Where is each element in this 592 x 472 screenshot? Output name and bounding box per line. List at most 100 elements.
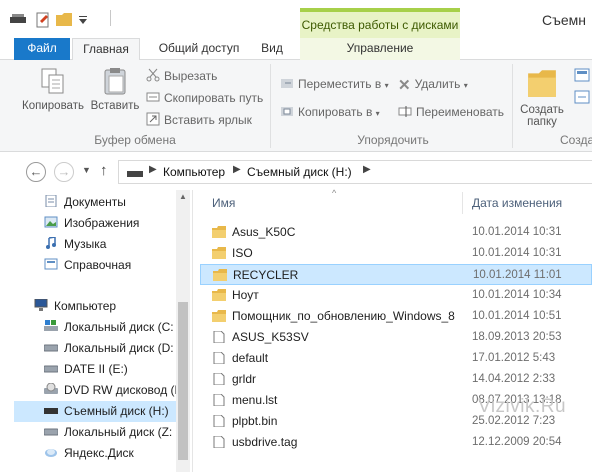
move-to-button[interactable]: Переместить в ▾ — [280, 74, 389, 94]
music-icon — [46, 237, 56, 249]
file-name: Ноут — [232, 288, 259, 302]
cut-label: Вырезать — [164, 69, 218, 83]
tab-home[interactable]: Главная — [72, 38, 140, 61]
file-date: 10.01.2014 11:01 — [473, 269, 562, 281]
new-item-icon[interactable] — [574, 68, 590, 82]
up-button[interactable]: ↑ — [100, 162, 108, 179]
file-date: 10.01.2014 10:51 — [472, 310, 562, 322]
column-name[interactable]: Имя — [212, 196, 235, 210]
delete-label: Удалить — [414, 77, 461, 91]
address-bar[interactable]: ▶ Компьютер ▶ Съемный диск (H:) ▶ — [118, 160, 592, 184]
nav-item[interactable]: DVD RW дисковод (F — [0, 380, 176, 401]
pane-splitter[interactable] — [192, 190, 193, 472]
easy-access-icon[interactable] — [574, 90, 590, 104]
copy-to-icon — [281, 107, 293, 116]
tab-share[interactable]: Общий доступ — [148, 38, 250, 60]
column-separator[interactable] — [462, 192, 463, 214]
group-separator — [512, 64, 513, 148]
file-row[interactable]: RECYCLER 10.01.2014 11:01 — [200, 264, 592, 285]
breadcrumb-arrow-icon[interactable]: ▶ — [233, 164, 241, 175]
clipboard-group-label: Буфер обмена — [94, 133, 176, 147]
breadcrumb-arrow-icon[interactable]: ▶ — [363, 164, 371, 175]
copy-icon — [41, 68, 64, 94]
file-name: RECYCLER — [233, 268, 299, 282]
context-tab-header: Средства работы с дисками — [300, 8, 460, 38]
nav-item[interactable]: Локальный диск (Z: — [0, 422, 176, 443]
file-name: plpbt.bin — [232, 414, 278, 428]
file-row[interactable]: Ноут 10.01.2014 10:34 — [200, 285, 592, 306]
breadcrumb-computer[interactable]: Компьютер — [163, 165, 225, 179]
organize-group-label: Упорядочить — [357, 133, 429, 147]
copy-path-button[interactable]: Скопировать путь — [146, 88, 263, 108]
yandex-disk-icon — [45, 449, 57, 457]
folder-icon — [528, 70, 556, 97]
chevron-down-icon: ▾ — [463, 81, 468, 90]
column-date[interactable]: Дата изменения — [472, 196, 562, 210]
watermark: Vizivik.Ru — [478, 396, 567, 417]
drive-icon[interactable] — [10, 14, 26, 24]
recent-locations-button[interactable]: ▼ — [82, 165, 91, 175]
nav-item-label: Справочная — [64, 258, 132, 272]
breadcrumb-arrow-icon[interactable]: ▶ — [149, 164, 157, 175]
cut-button[interactable]: Вырезать — [146, 66, 217, 86]
nav-item[interactable]: DATE II (E:) — [0, 359, 176, 380]
file-date: 14.04.2012 2:33 — [472, 373, 556, 385]
file-row[interactable]: usbdrive.tag 12.12.2009 20:54 — [200, 432, 592, 453]
computer-icon — [34, 299, 48, 311]
nav-item[interactable]: Компьютер — [0, 296, 176, 317]
nav-item[interactable]: Локальный диск (D: — [0, 338, 176, 359]
delete-button[interactable]: ✕ Удалить ▾ — [398, 74, 468, 94]
copy-to-button[interactable]: Копировать в ▾ — [280, 102, 380, 122]
nav-item[interactable]: Яндекс.Диск — [0, 443, 176, 464]
customize-qa-icon[interactable] — [76, 13, 90, 27]
rename-button[interactable]: Переименовать — [398, 102, 504, 122]
breadcrumb-removable-drive[interactable]: Съемный диск (H:) — [247, 165, 352, 179]
tab-view[interactable]: Вид — [252, 38, 292, 60]
drive-icon — [127, 171, 143, 177]
drive-icon — [44, 428, 58, 436]
file-name: Asus_K50C — [232, 225, 296, 239]
properties-icon[interactable] — [36, 12, 50, 28]
file-date: 17.01.2012 5:43 — [472, 352, 556, 364]
nav-item[interactable]: Изображения — [0, 213, 176, 234]
scroll-up-icon[interactable]: ▲ — [176, 192, 190, 201]
forward-button[interactable]: → — [54, 162, 74, 182]
nav-item[interactable]: Музыка — [0, 234, 176, 255]
paste-shortcut-button[interactable]: Вставить ярлык — [146, 110, 252, 130]
new-folder-icon[interactable] — [56, 12, 72, 26]
file-name: grldr — [232, 372, 257, 386]
reference-icon — [44, 258, 58, 270]
nav-item[interactable]: Документы — [0, 192, 176, 213]
back-button[interactable]: ← — [26, 162, 46, 182]
file-row[interactable]: Помощник_по_обновлению_Windows_8 10.01.20… — [200, 306, 592, 327]
file-icon — [213, 352, 225, 364]
new-folder-button[interactable]: Создать папку — [514, 66, 570, 128]
chevron-down-icon: ▾ — [375, 109, 380, 118]
file-date: 12.12.2009 20:54 — [472, 436, 562, 448]
file-row[interactable]: default 17.01.2012 5:43 — [200, 348, 592, 369]
ribbon: Копировать Вставить Вырезать Скопировать… — [0, 60, 592, 152]
file-row[interactable]: ASUS_K53SV 18.09.2013 20:53 — [200, 327, 592, 348]
nav-item[interactable]: Съемный диск (H:) — [14, 401, 176, 422]
file-row[interactable]: Asus_K50C 10.01.2014 10:31 — [200, 222, 592, 243]
rename-icon — [398, 106, 412, 117]
group-separator — [270, 64, 271, 148]
scrollbar-thumb[interactable] — [178, 302, 188, 460]
paste-button[interactable]: Вставить — [88, 66, 142, 112]
documents-icon — [45, 195, 57, 207]
file-row[interactable]: grldr 14.04.2012 2:33 — [200, 369, 592, 390]
create-group-label: Создать — [560, 133, 592, 147]
nav-item[interactable]: Локальный диск (C: — [0, 317, 176, 338]
file-name: menu.lst — [232, 393, 278, 407]
file-row[interactable]: ISO 10.01.2014 10:31 — [200, 243, 592, 264]
window-title: Съемн — [542, 12, 587, 28]
nav-item-label: DVD RW дисковод (F — [64, 383, 176, 397]
nav-item[interactable]: Справочная — [0, 255, 176, 276]
nav-item-label: Документы — [64, 195, 126, 209]
copy-button[interactable]: Копировать — [20, 66, 86, 112]
copy-path-icon — [146, 92, 160, 102]
tab-manage[interactable]: Управление — [300, 38, 460, 60]
tab-file[interactable]: Файл — [14, 38, 70, 60]
usb-drive-icon — [44, 408, 58, 414]
folder-icon — [212, 310, 226, 322]
